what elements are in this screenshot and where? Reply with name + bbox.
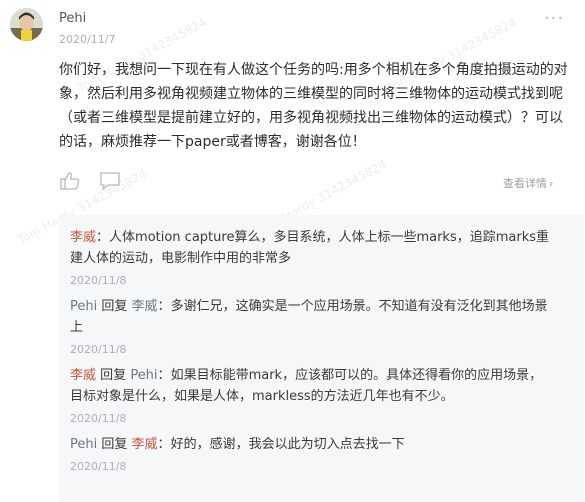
post-author[interactable]: Pehi bbox=[59, 11, 86, 26]
reply-item: Pehi 回复 李威：多谢仁兄，这确实是一个应用场景。不知道有没有泛化到其他场景… bbox=[70, 296, 550, 356]
comment-icon[interactable] bbox=[99, 170, 121, 192]
view-detail-link[interactable]: 查看详情 › bbox=[503, 175, 553, 191]
reply-author[interactable]: Pehi bbox=[70, 299, 97, 314]
reply-separator: ： bbox=[157, 437, 171, 452]
avatar[interactable] bbox=[10, 8, 43, 41]
reply-separator: ： bbox=[157, 299, 171, 314]
post-body: 你们好，我想问一下现在有人做这个任务的吗:用多个相机在多个角度拍摄运动的对象，然… bbox=[59, 62, 568, 150]
reply-date: 2020/11/8 bbox=[70, 460, 127, 473]
reply-word: 回复 bbox=[101, 437, 128, 452]
more-icon[interactable]: ··· bbox=[544, 8, 564, 29]
reply-list: 李威：人体motion capture算么，多目系统，人体上标一些marks，追… bbox=[59, 215, 584, 502]
reply-separator: ： bbox=[96, 230, 110, 245]
reply-item: 李威：人体motion capture算么，多目系统，人体上标一些marks，追… bbox=[70, 227, 550, 287]
reply-content: Pehi 回复 李威：好的，感谢，我会以此为切入点去找一下 bbox=[70, 434, 550, 455]
reply-item: 李威 回复 Pehi：如果目标能带mark，应该都可以的。具体还得看你的应用场景… bbox=[70, 365, 550, 425]
reply-date: 2020/11/8 bbox=[70, 274, 127, 287]
reply-date: 2020/11/8 bbox=[70, 343, 127, 356]
reply-content: 李威：人体motion capture算么，多目系统，人体上标一些marks，追… bbox=[70, 227, 550, 269]
reply-separator: ： bbox=[157, 368, 171, 383]
reply-author[interactable]: 李威 bbox=[70, 368, 96, 383]
like-icon[interactable] bbox=[59, 170, 81, 192]
chevron-right-icon: › bbox=[549, 177, 554, 190]
view-detail-label: 查看详情 bbox=[503, 177, 547, 190]
reply-date: 2020/11/8 bbox=[70, 412, 127, 425]
reply-author[interactable]: 李威 bbox=[70, 230, 96, 245]
reply-word: 回复 bbox=[101, 299, 128, 314]
reply-word: 回复 bbox=[100, 368, 127, 383]
reply-item: Pehi 回复 李威：好的，感谢，我会以此为切入点去找一下 2020/11/8 bbox=[70, 434, 550, 473]
reply-content: Pehi 回复 李威：多谢仁兄，这确实是一个应用场景。不知道有没有泛化到其他场景… bbox=[70, 296, 550, 338]
reply-text: 好的，感谢，我会以此为切入点去找一下 bbox=[170, 437, 405, 452]
reply-target[interactable]: Pehi bbox=[130, 368, 157, 383]
reply-author[interactable]: Pehi bbox=[70, 437, 97, 452]
reply-target[interactable]: 李威 bbox=[132, 437, 158, 452]
reply-text: 人体motion capture算么，多目系统，人体上标一些marks，追踪ma… bbox=[70, 230, 549, 266]
post-date: 2020/11/7 bbox=[59, 33, 116, 46]
reply-content: 李威 回复 Pehi：如果目标能带mark，应该都可以的。具体还得看你的应用场景… bbox=[70, 365, 550, 407]
reply-target[interactable]: 李威 bbox=[132, 299, 158, 314]
